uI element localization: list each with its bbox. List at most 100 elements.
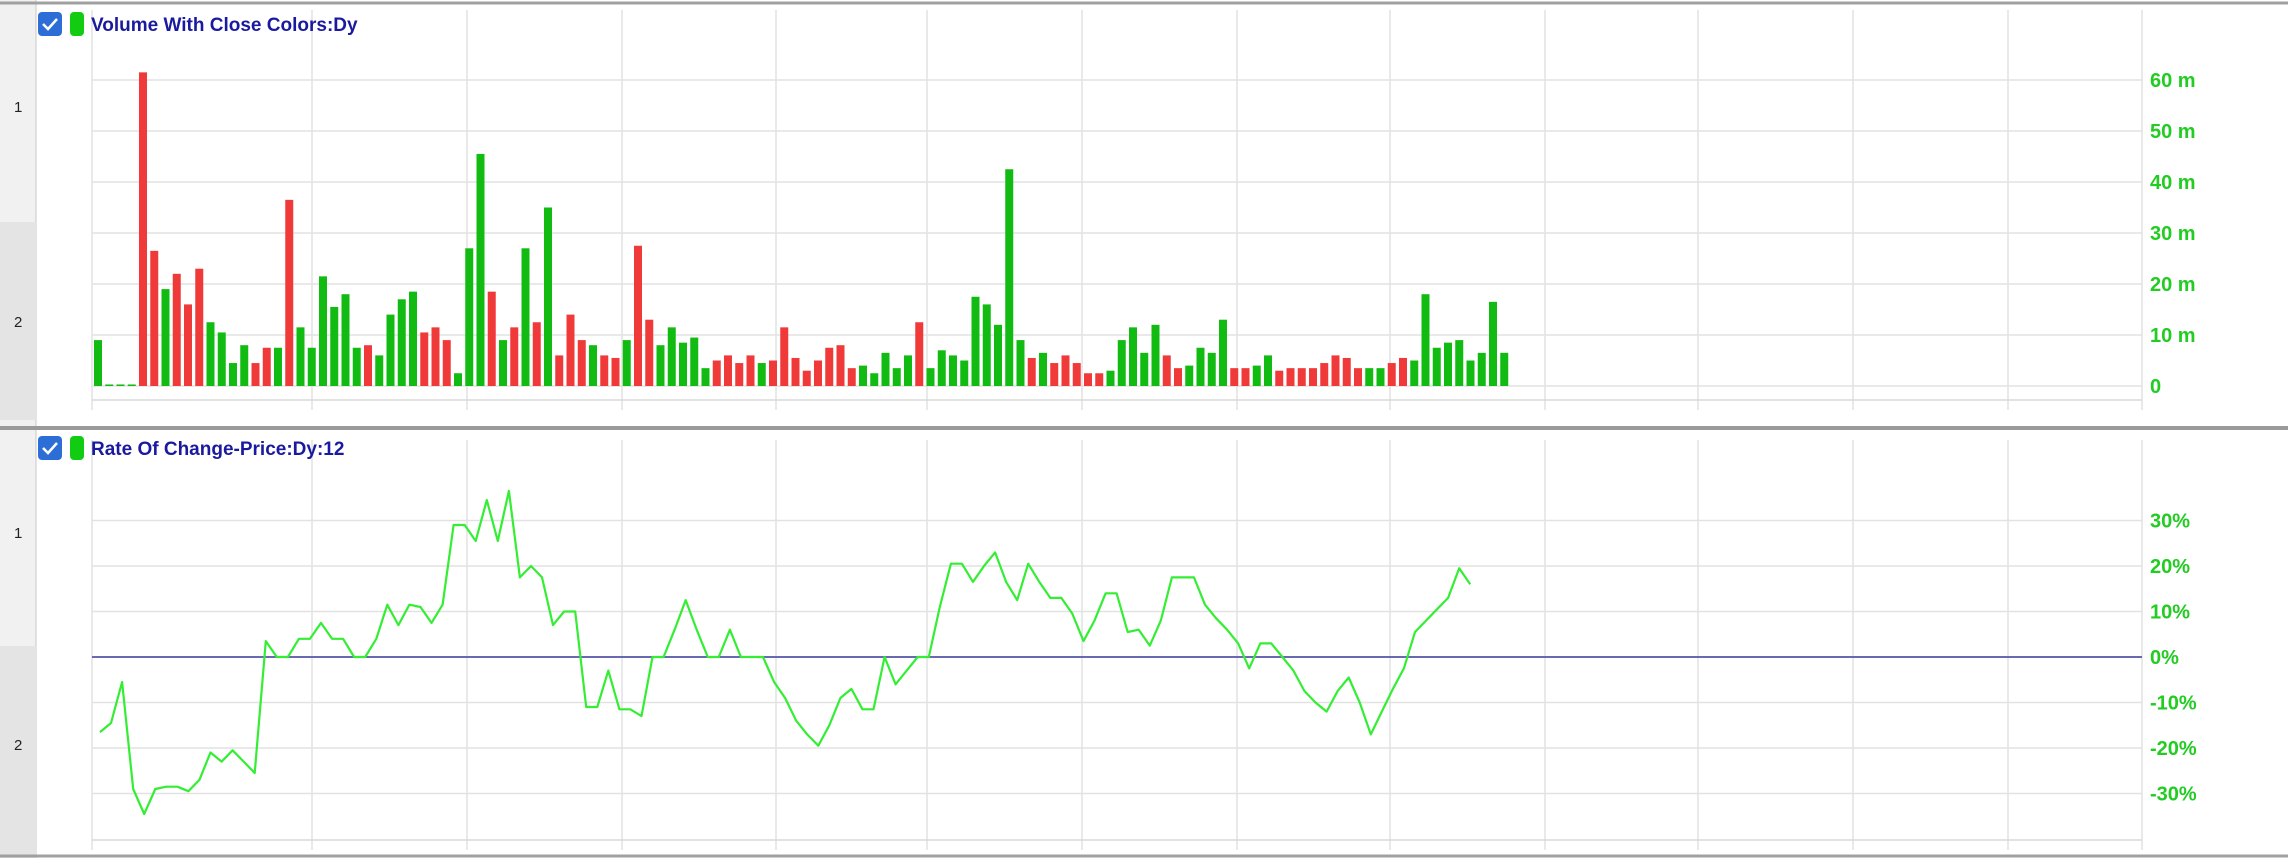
- volume-bar: [1050, 363, 1059, 386]
- volume-bar: [1117, 340, 1126, 386]
- volume-bar: [1095, 373, 1104, 386]
- volume-bar: [465, 248, 474, 386]
- volume-bar: [161, 289, 170, 386]
- y-tick-label: 10 m: [2150, 325, 2196, 347]
- y-tick-label: 0%: [2150, 647, 2179, 669]
- volume-bar: [285, 199, 294, 386]
- volume-bar: [1500, 352, 1509, 386]
- volume-bar: [105, 384, 114, 386]
- volume-bar: [1230, 368, 1239, 386]
- green-swatch-icon: [70, 12, 84, 36]
- y-tick-label: -20%: [2150, 738, 2197, 760]
- volume-bar: [487, 291, 496, 386]
- volume-bar: [982, 304, 991, 386]
- volume-bar: [139, 72, 147, 386]
- volume-bar: [1444, 342, 1452, 386]
- volume-bar: [589, 345, 597, 386]
- y-tick-label: 60 m: [2150, 70, 2196, 92]
- volume-bar: [1399, 357, 1407, 386]
- volume-bar: [229, 363, 237, 386]
- checkbox-checked-icon: [38, 436, 62, 460]
- volume-bar: [735, 363, 744, 386]
- volume-bar: [499, 340, 507, 386]
- volume-bar: [195, 268, 204, 386]
- volume-bar: [1241, 368, 1250, 386]
- volume-bar: [150, 250, 159, 386]
- volume-bar: [791, 357, 800, 386]
- volume-bar: [1129, 327, 1137, 386]
- volume-bar: [724, 355, 732, 386]
- volume-bar: [1331, 355, 1340, 386]
- volume-bar: [1466, 360, 1475, 386]
- volume-bar: [757, 363, 766, 386]
- volume-bar: [679, 342, 687, 386]
- volume-bar: [1252, 365, 1261, 386]
- volume-bar: [645, 319, 654, 386]
- volume-bar: [780, 327, 789, 386]
- volume-bar: [1106, 370, 1115, 386]
- volume-bar: [1286, 368, 1295, 386]
- y-tick-label: 20%: [2150, 556, 2190, 578]
- volume-bar: [251, 363, 260, 386]
- volume-bar: [937, 350, 946, 386]
- volume-bar: [1005, 169, 1014, 386]
- chart-root: 0 10 m 20 m 30 m 40 m 50 m 60 m 1 2 Volume With C…: [0, 0, 2288, 858]
- volume-bar: [1387, 363, 1396, 386]
- volume-bar: [184, 304, 192, 386]
- volume-bar: [240, 345, 249, 386]
- volume-bar: [1072, 363, 1081, 386]
- volume-bar: [960, 360, 969, 386]
- volume-bar: [1421, 294, 1430, 386]
- volume-bar: [847, 368, 856, 386]
- volume-bar: [532, 322, 541, 386]
- row-label: 1: [14, 99, 22, 116]
- volume-bar: [1342, 357, 1351, 386]
- green-swatch-icon: [70, 436, 84, 460]
- volume-bar: [1354, 368, 1362, 386]
- y-tick-label: 30 m: [2150, 223, 2196, 245]
- volume-bar: [622, 340, 631, 386]
- volume-bar: [1365, 368, 1374, 386]
- y-tick-label: 50 m: [2150, 121, 2196, 143]
- volume-bar: [892, 368, 901, 386]
- volume-bar: [420, 332, 429, 386]
- volume-bar: [510, 327, 519, 386]
- volume-bar: [881, 352, 890, 386]
- volume-bar: [1027, 357, 1036, 386]
- volume-bar: [274, 347, 282, 386]
- volume-bar: [904, 355, 912, 386]
- volume-bar: [1196, 347, 1205, 386]
- volume-bar: [544, 207, 552, 386]
- checkbox-checked-icon: [38, 12, 62, 36]
- volume-bar: [712, 360, 721, 386]
- volume-bar: [915, 322, 924, 386]
- volume-bar: [656, 345, 665, 386]
- volume-bar: [127, 384, 136, 386]
- volume-bar: [1016, 340, 1025, 386]
- y-tick-label: 20 m: [2150, 274, 2196, 296]
- volume-bar: [611, 357, 620, 386]
- volume-bar: [1264, 355, 1272, 386]
- volume-bar: [307, 347, 316, 386]
- volume-bar: [397, 299, 406, 386]
- volume-bar: [769, 360, 777, 386]
- y-tick-label: 30%: [2150, 511, 2190, 533]
- volume-bar: [690, 337, 699, 386]
- volume-bar: [1297, 368, 1306, 386]
- volume-bar: [330, 306, 339, 386]
- volume-bar: [814, 360, 822, 386]
- volume-bar: [1477, 352, 1486, 386]
- volume-bar: [364, 345, 372, 386]
- volume-bar: [825, 347, 834, 386]
- volume-bar: [836, 345, 845, 386]
- volume-bar: [1162, 355, 1171, 386]
- volume-bar: [217, 332, 226, 386]
- volume-bar: [431, 327, 440, 386]
- volume-bar: [1185, 365, 1194, 386]
- volume-bar: [476, 153, 485, 386]
- volume-bar: [352, 347, 361, 386]
- volume-bar: [1275, 370, 1284, 386]
- volume-bar: [319, 276, 327, 386]
- volume-bar: [116, 384, 125, 386]
- volume-bar: [859, 365, 867, 386]
